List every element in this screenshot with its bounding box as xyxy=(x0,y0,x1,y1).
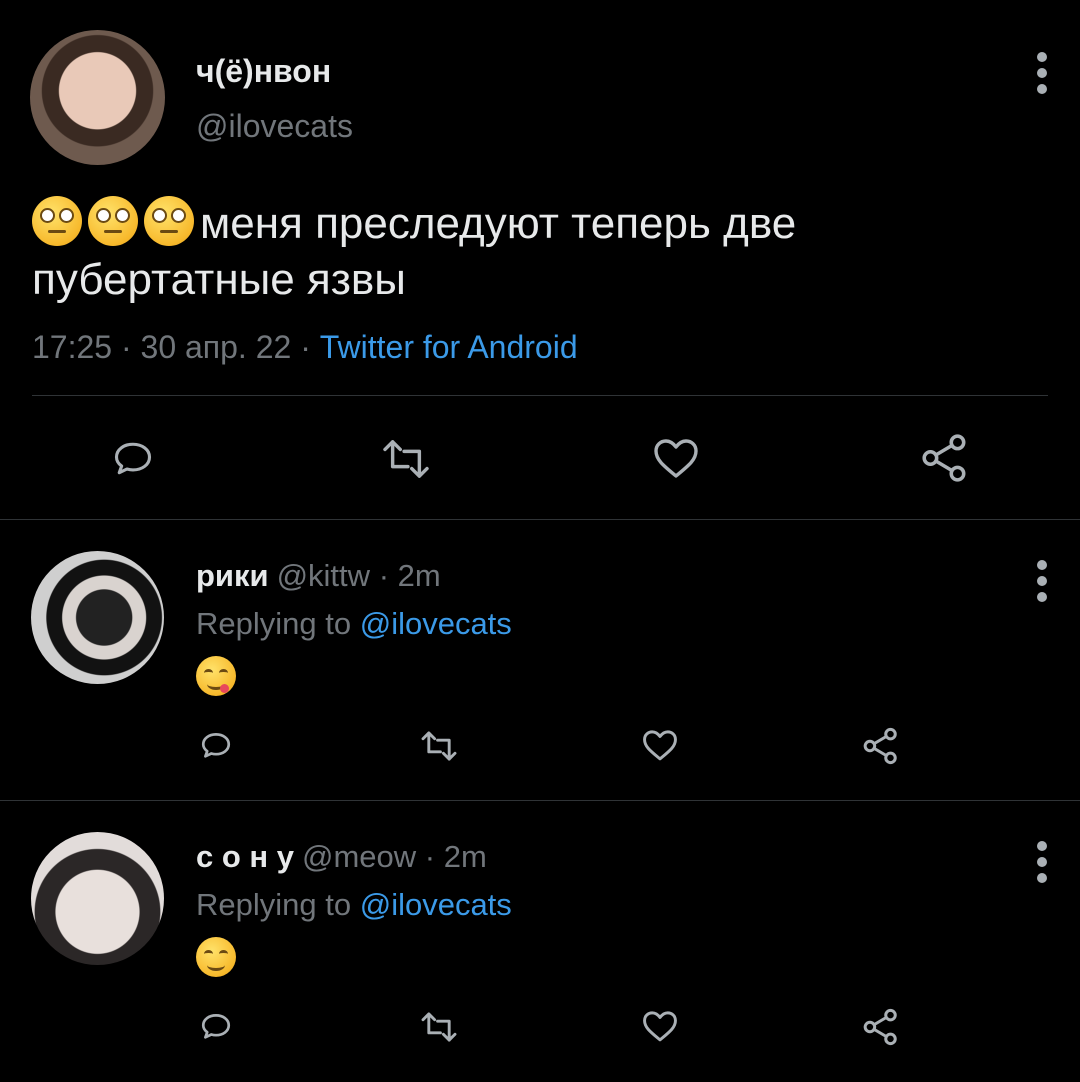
more-options-icon[interactable] xyxy=(1036,52,1048,94)
section-divider xyxy=(0,519,1080,520)
retweet-icon xyxy=(421,731,457,761)
smiling-emoji-icon xyxy=(196,937,236,977)
replying-to-handle[interactable]: @ilovecats xyxy=(360,606,512,641)
replying-to-label: Replying to xyxy=(196,606,352,641)
replying-to-label: Replying to xyxy=(196,887,352,922)
reply-header: рики @kittw · 2m xyxy=(196,558,441,594)
author-handle[interactable]: @ilovecats xyxy=(196,108,353,145)
reply-handle[interactable]: @meow xyxy=(302,839,416,874)
share-button[interactable] xyxy=(862,1007,900,1047)
reply-age: 2m xyxy=(397,558,441,593)
meta-separator: · xyxy=(378,558,390,593)
rolling-eyes-emoji-icon xyxy=(88,196,138,246)
reply-display-name[interactable]: рики xyxy=(196,558,269,593)
retweet-button[interactable] xyxy=(380,438,432,480)
more-options-icon[interactable] xyxy=(1036,560,1048,602)
share-button[interactable] xyxy=(862,726,900,766)
more-options-icon[interactable] xyxy=(1036,841,1048,883)
reply-icon xyxy=(114,442,152,475)
reply-author-avatar[interactable] xyxy=(31,832,164,965)
retweet-button[interactable] xyxy=(418,1011,460,1043)
author-avatar[interactable] xyxy=(30,30,165,165)
reply-icon xyxy=(201,733,231,758)
section-divider xyxy=(0,800,1080,801)
author-display-name[interactable]: ч(ё)нвон xyxy=(196,53,331,90)
heart-icon xyxy=(643,1011,677,1042)
replying-to-handle[interactable]: @ilovecats xyxy=(360,887,512,922)
share-icon xyxy=(863,1008,897,1046)
heart-icon xyxy=(654,439,698,478)
retweet-icon xyxy=(421,1012,457,1042)
rolling-eyes-emoji-icon xyxy=(144,196,194,246)
tweet-source-link[interactable]: Twitter for Android xyxy=(320,329,578,365)
tweet-body: меня преследуют теперь две пубертатные я… xyxy=(32,196,1032,308)
reply-icon xyxy=(201,1014,231,1039)
meta-separator: · xyxy=(300,329,311,365)
share-icon xyxy=(863,727,897,765)
reply-author-avatar[interactable] xyxy=(31,551,164,684)
tweet-time: 17:25 xyxy=(32,329,113,365)
reply-header: с о н у @meow · 2m xyxy=(196,839,487,875)
share-button[interactable] xyxy=(920,432,970,484)
reply-button[interactable] xyxy=(110,436,156,480)
replying-to: Replying to @ilovecats xyxy=(196,887,512,923)
rolling-eyes-emoji-icon xyxy=(32,196,82,246)
main-tweet: ч(ё)нвон @ilovecats меня преследуют тепе… xyxy=(0,0,1080,520)
savoring-food-emoji-icon xyxy=(196,656,236,696)
like-button[interactable] xyxy=(641,1009,679,1043)
like-button[interactable] xyxy=(641,728,679,762)
meta-separator: · xyxy=(120,329,132,365)
reply-handle[interactable]: @kittw xyxy=(277,558,370,593)
retweet-icon xyxy=(383,440,429,478)
reply-display-name[interactable]: с о н у xyxy=(196,839,294,874)
like-button[interactable] xyxy=(652,436,700,480)
meta-separator: · xyxy=(424,839,436,874)
tweet-meta: 17:25 · 30 апр. 22 · Twitter for Android xyxy=(32,329,578,366)
reply-button[interactable] xyxy=(198,1009,234,1043)
share-icon xyxy=(922,434,966,482)
retweet-button[interactable] xyxy=(418,730,460,762)
replying-to: Replying to @ilovecats xyxy=(196,606,512,642)
tweet-date: 30 апр. 22 xyxy=(140,329,292,365)
reply-age: 2m xyxy=(443,839,487,874)
heart-icon xyxy=(643,730,677,761)
divider xyxy=(32,395,1048,396)
reply-button[interactable] xyxy=(198,728,234,762)
